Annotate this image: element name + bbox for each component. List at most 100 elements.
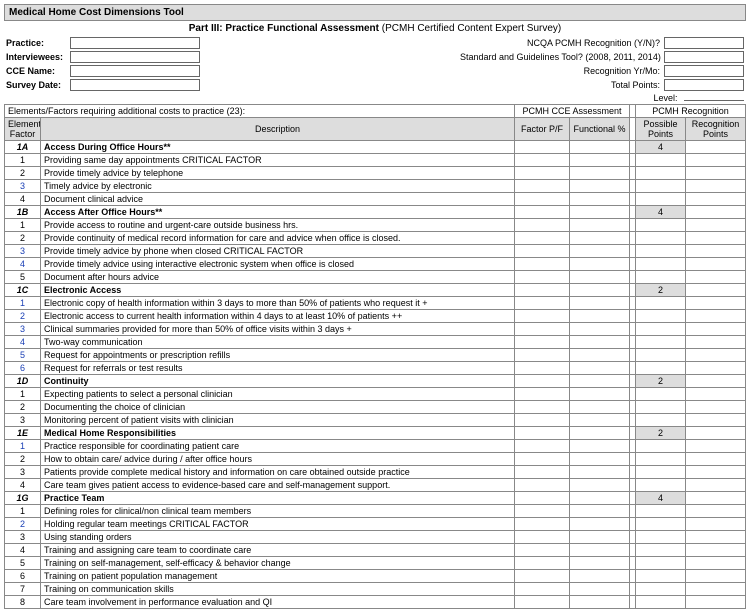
cell-func[interactable] [570, 388, 630, 401]
cell-pf[interactable] [515, 141, 570, 154]
cell-rp[interactable] [686, 414, 746, 427]
cell-pf[interactable] [515, 310, 570, 323]
cell-rp[interactable] [686, 583, 746, 596]
cell-pf[interactable] [515, 479, 570, 492]
cell-func[interactable] [570, 258, 630, 271]
cell-pf[interactable] [515, 557, 570, 570]
recognition-points[interactable] [686, 492, 746, 505]
cell-rp[interactable] [686, 388, 746, 401]
cell-func[interactable] [570, 284, 630, 297]
cell-pf[interactable] [515, 388, 570, 401]
cell-pf[interactable] [515, 336, 570, 349]
cell-pf[interactable] [515, 362, 570, 375]
cell-pf[interactable] [515, 206, 570, 219]
cell-func[interactable] [570, 544, 630, 557]
cell-rp[interactable] [686, 557, 746, 570]
cell-rp[interactable] [686, 245, 746, 258]
input-survey-date[interactable] [70, 79, 200, 91]
cell-func[interactable] [570, 557, 630, 570]
cell-func[interactable] [570, 583, 630, 596]
cell-func[interactable] [570, 336, 630, 349]
input-cce[interactable] [70, 65, 200, 77]
cell-rp[interactable] [686, 544, 746, 557]
cell-func[interactable] [570, 427, 630, 440]
cell-pf[interactable] [515, 284, 570, 297]
cell-rp[interactable] [686, 440, 746, 453]
cell-pf[interactable] [515, 258, 570, 271]
cell-rp[interactable] [686, 323, 746, 336]
cell-func[interactable] [570, 323, 630, 336]
cell-func[interactable] [570, 570, 630, 583]
cell-rp[interactable] [686, 232, 746, 245]
cell-func[interactable] [570, 466, 630, 479]
cell-func[interactable] [570, 271, 630, 284]
cell-rp[interactable] [686, 401, 746, 414]
input-interviewees[interactable] [70, 51, 200, 63]
cell-func[interactable] [570, 193, 630, 206]
cell-func[interactable] [570, 414, 630, 427]
cell-pf[interactable] [515, 180, 570, 193]
cell-rp[interactable] [686, 219, 746, 232]
cell-rp[interactable] [686, 258, 746, 271]
cell-rp[interactable] [686, 193, 746, 206]
cell-func[interactable] [570, 505, 630, 518]
input-standard[interactable] [664, 51, 744, 63]
cell-rp[interactable] [686, 479, 746, 492]
cell-pf[interactable] [515, 531, 570, 544]
input-practice[interactable] [70, 37, 200, 49]
cell-rp[interactable] [686, 167, 746, 180]
cell-pf[interactable] [515, 219, 570, 232]
recognition-points[interactable] [686, 141, 746, 154]
cell-pf[interactable] [515, 154, 570, 167]
recognition-points[interactable] [686, 284, 746, 297]
cell-pf[interactable] [515, 466, 570, 479]
cell-rp[interactable] [686, 570, 746, 583]
recognition-points[interactable] [686, 206, 746, 219]
cell-pf[interactable] [515, 414, 570, 427]
recognition-points[interactable] [686, 375, 746, 388]
cell-rp[interactable] [686, 466, 746, 479]
cell-rp[interactable] [686, 453, 746, 466]
cell-func[interactable] [570, 453, 630, 466]
cell-func[interactable] [570, 531, 630, 544]
cell-rp[interactable] [686, 310, 746, 323]
cell-pf[interactable] [515, 297, 570, 310]
cell-rp[interactable] [686, 180, 746, 193]
cell-func[interactable] [570, 518, 630, 531]
cell-func[interactable] [570, 349, 630, 362]
cell-pf[interactable] [515, 193, 570, 206]
cell-func[interactable] [570, 232, 630, 245]
input-level[interactable] [684, 100, 744, 101]
cell-pf[interactable] [515, 427, 570, 440]
cell-func[interactable] [570, 180, 630, 193]
cell-pf[interactable] [515, 583, 570, 596]
cell-func[interactable] [570, 167, 630, 180]
recognition-points[interactable] [686, 427, 746, 440]
cell-rp[interactable] [686, 271, 746, 284]
cell-func[interactable] [570, 401, 630, 414]
cell-pf[interactable] [515, 453, 570, 466]
cell-pf[interactable] [515, 323, 570, 336]
cell-pf[interactable] [515, 375, 570, 388]
cell-pf[interactable] [515, 232, 570, 245]
cell-pf[interactable] [515, 492, 570, 505]
input-recog-yrmo[interactable] [664, 65, 744, 77]
cell-pf[interactable] [515, 245, 570, 258]
cell-func[interactable] [570, 440, 630, 453]
cell-pf[interactable] [515, 596, 570, 609]
cell-func[interactable] [570, 375, 630, 388]
cell-pf[interactable] [515, 167, 570, 180]
cell-pf[interactable] [515, 544, 570, 557]
cell-func[interactable] [570, 141, 630, 154]
cell-rp[interactable] [686, 349, 746, 362]
cell-func[interactable] [570, 492, 630, 505]
cell-pf[interactable] [515, 505, 570, 518]
cell-pf[interactable] [515, 440, 570, 453]
cell-func[interactable] [570, 297, 630, 310]
cell-func[interactable] [570, 219, 630, 232]
cell-rp[interactable] [686, 505, 746, 518]
cell-rp[interactable] [686, 362, 746, 375]
cell-pf[interactable] [515, 271, 570, 284]
cell-pf[interactable] [515, 518, 570, 531]
input-total-points[interactable] [664, 79, 744, 91]
